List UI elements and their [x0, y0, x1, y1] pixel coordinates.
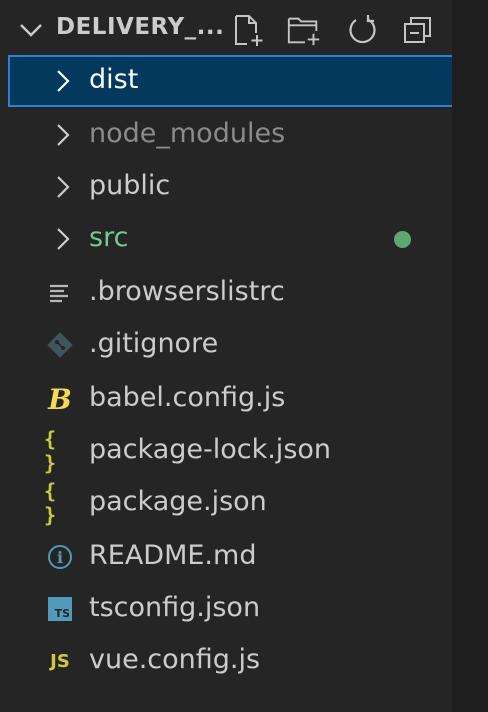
- tree-item-label: .browserslistrc: [89, 276, 285, 307]
- tree-item-label: public: [89, 170, 171, 201]
- tree-item-browserslistrc[interactable]: .browserslistrc: [8, 267, 454, 319]
- tree-item-label: .gitignore: [89, 328, 219, 359]
- explorer-title: DELIVERY_...: [56, 14, 225, 40]
- new-folder-button[interactable]: [286, 12, 322, 48]
- chevron-right-icon[interactable]: [52, 122, 74, 148]
- tree-item-label: node_modules: [89, 118, 286, 149]
- json-icon: { }: [44, 479, 58, 527]
- collapse-all-icon: [404, 17, 431, 43]
- tree-item-vue-config[interactable]: JS vue.config.js: [8, 635, 454, 687]
- tree-item-dist[interactable]: dist: [8, 55, 454, 107]
- tree-item-package-lock-json[interactable]: { } package-lock.json: [8, 425, 454, 477]
- json-icon: { }: [44, 427, 58, 475]
- chevron-right-icon[interactable]: [52, 226, 74, 252]
- collapse-all-button[interactable]: [400, 12, 436, 48]
- refresh-button[interactable]: [344, 12, 380, 48]
- tree-item-readme[interactable]: i README.md: [8, 531, 454, 583]
- modified-indicator: [394, 231, 411, 248]
- new-file-icon: [235, 15, 263, 46]
- git-icon: [44, 329, 76, 361]
- editor-gutter: [452, 0, 488, 712]
- tree-item-node-modules[interactable]: node_modules: [8, 109, 454, 161]
- lines-icon: [44, 277, 76, 309]
- tree-item-label: vue.config.js: [89, 644, 261, 675]
- tree-item-label: babel.config.js: [89, 382, 286, 413]
- tree-item-label: README.md: [89, 540, 257, 571]
- refresh-icon: [349, 15, 376, 44]
- tree-item-gitignore[interactable]: .gitignore: [8, 319, 454, 371]
- chevron-down-icon[interactable]: [18, 17, 44, 43]
- chevron-right-icon[interactable]: [52, 68, 74, 94]
- tree-item-label: tsconfig.json: [89, 592, 261, 623]
- tree-item-label: package-lock.json: [89, 434, 332, 465]
- tree-item-src[interactable]: src: [8, 213, 454, 265]
- ts-icon: TS: [44, 593, 76, 625]
- tree-item-babel-config[interactable]: B babel.config.js: [8, 373, 454, 425]
- chevron-right-icon[interactable]: [52, 174, 74, 200]
- info-icon: i: [44, 541, 76, 573]
- tree-item-tsconfig[interactable]: TS tsconfig.json: [8, 583, 454, 635]
- tree-item-label: package.json: [89, 486, 267, 517]
- file-explorer: DELIVERY_... dist node_modules public sr…: [0, 0, 454, 712]
- tree-item-public[interactable]: public: [8, 161, 454, 213]
- js-icon: JS: [50, 650, 70, 672]
- new-folder-icon: [287, 17, 320, 46]
- tree-item-label: dist: [89, 64, 139, 95]
- babel-icon: B: [48, 382, 72, 416]
- explorer-header[interactable]: DELIVERY_...: [0, 0, 452, 56]
- tree-item-package-json[interactable]: { } package.json: [8, 477, 454, 529]
- tree-item-label: src: [89, 222, 129, 253]
- new-file-button[interactable]: [230, 12, 266, 48]
